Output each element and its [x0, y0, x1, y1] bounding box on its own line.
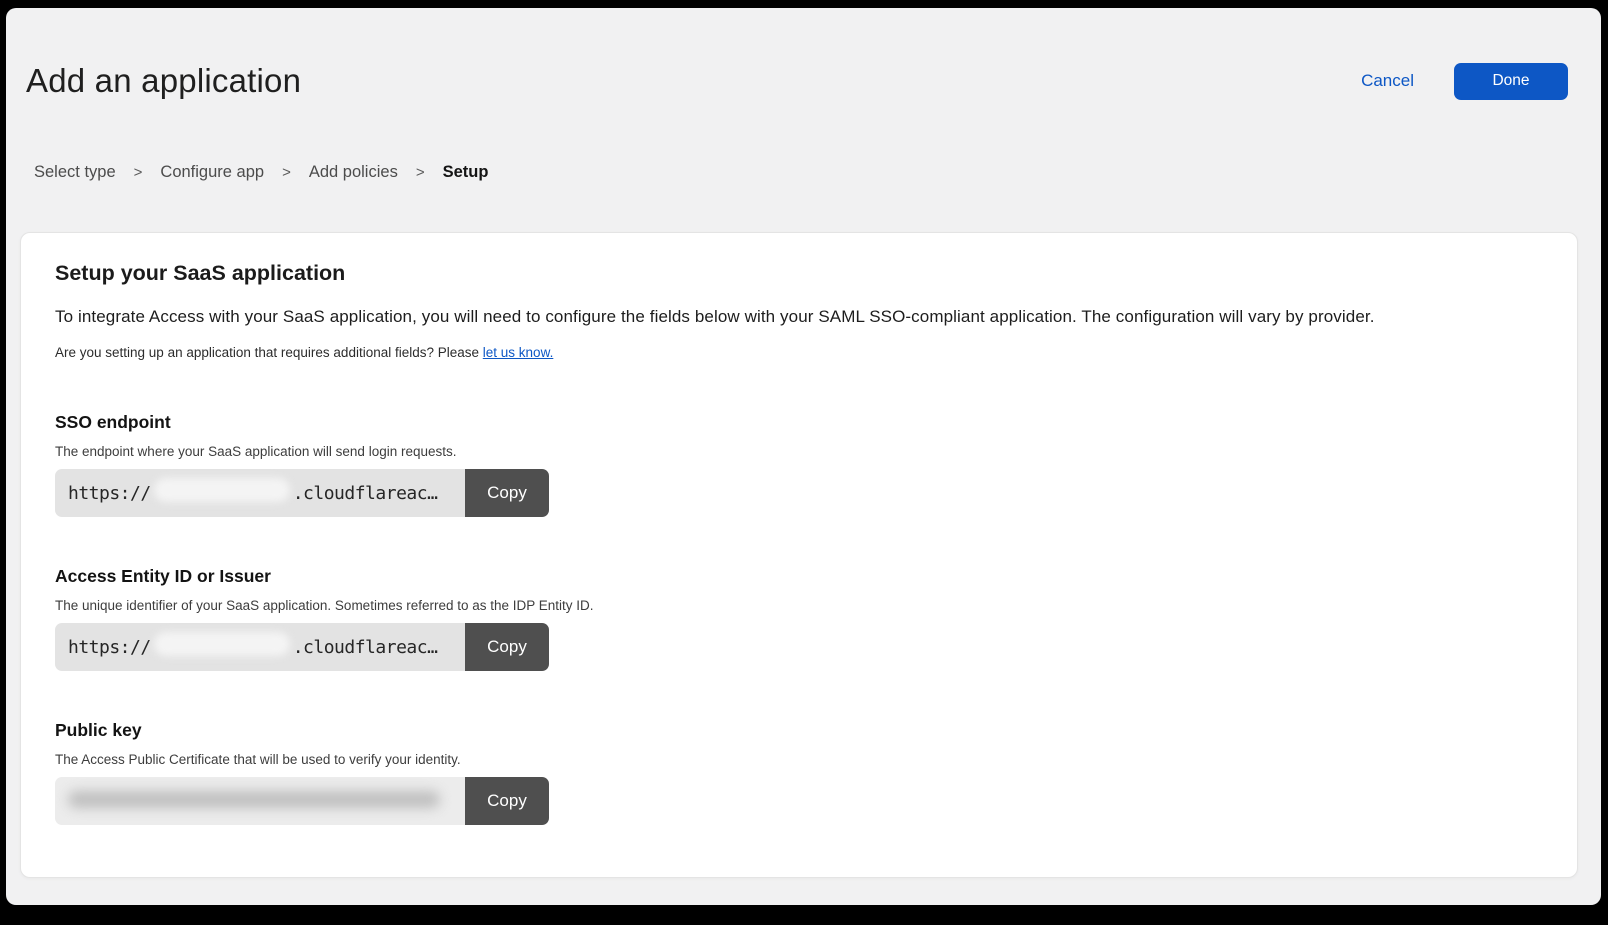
redacted-value — [154, 632, 290, 656]
card-title: Setup your SaaS application — [55, 261, 1549, 286]
setup-card: Setup your SaaS application To integrate… — [20, 232, 1578, 878]
breadcrumb: Select type > Configure app > Add polici… — [34, 163, 1601, 182]
value-suffix: .cloudflareac… — [293, 483, 438, 504]
copy-row: https:// .cloudflareac… Copy — [55, 469, 549, 517]
field-description: The unique identifier of your SaaS appli… — [55, 598, 1549, 613]
copy-row: https:// .cloudflareac… Copy — [55, 623, 549, 671]
field-access-entity-id: Access Entity ID or Issuer The unique id… — [55, 566, 1549, 671]
breadcrumb-separator: > — [416, 164, 425, 181]
header-actions: Cancel Done — [1361, 63, 1568, 100]
card-note-text: Are you setting up an application that r… — [55, 345, 483, 360]
field-description: The Access Public Certificate that will … — [55, 752, 1549, 767]
access-entity-id-value[interactable]: https:// .cloudflareac… — [55, 623, 465, 671]
breadcrumb-step-setup: Setup — [443, 163, 489, 182]
breadcrumb-step-select-type[interactable]: Select type — [34, 163, 116, 182]
value-prefix: https:// — [68, 637, 151, 658]
done-button[interactable]: Done — [1454, 63, 1568, 100]
redacted-value — [154, 478, 290, 502]
breadcrumb-separator: > — [134, 164, 143, 181]
cancel-button[interactable]: Cancel — [1361, 71, 1414, 91]
card-note: Are you setting up an application that r… — [55, 345, 1549, 360]
value-suffix: .cloudflareac… — [293, 637, 438, 658]
field-public-key: Public key The Access Public Certificate… — [55, 720, 1549, 825]
field-label: SSO endpoint — [55, 412, 1549, 433]
breadcrumb-step-add-policies[interactable]: Add policies — [309, 163, 398, 182]
copy-button[interactable]: Copy — [465, 777, 549, 825]
copy-button[interactable]: Copy — [465, 469, 549, 517]
field-label: Public key — [55, 720, 1549, 741]
card-description: To integrate Access with your SaaS appli… — [55, 307, 1549, 327]
field-label: Access Entity ID or Issuer — [55, 566, 1549, 587]
breadcrumb-step-configure-app[interactable]: Configure app — [160, 163, 264, 182]
sso-endpoint-value[interactable]: https:// .cloudflareac… — [55, 469, 465, 517]
redacted-value — [68, 791, 440, 808]
copy-button[interactable]: Copy — [465, 623, 549, 671]
copy-row: Copy — [55, 777, 549, 825]
field-description: The endpoint where your SaaS application… — [55, 444, 1549, 459]
public-key-value[interactable] — [55, 777, 465, 825]
field-sso-endpoint: SSO endpoint The endpoint where your Saa… — [55, 412, 1549, 517]
let-us-know-link[interactable]: let us know. — [483, 345, 554, 360]
value-prefix: https:// — [68, 483, 151, 504]
page-header: Add an application Cancel Done — [26, 62, 1568, 100]
app-window: Add an application Cancel Done Select ty… — [6, 8, 1601, 905]
breadcrumb-separator: > — [282, 164, 291, 181]
page-title: Add an application — [26, 62, 301, 100]
